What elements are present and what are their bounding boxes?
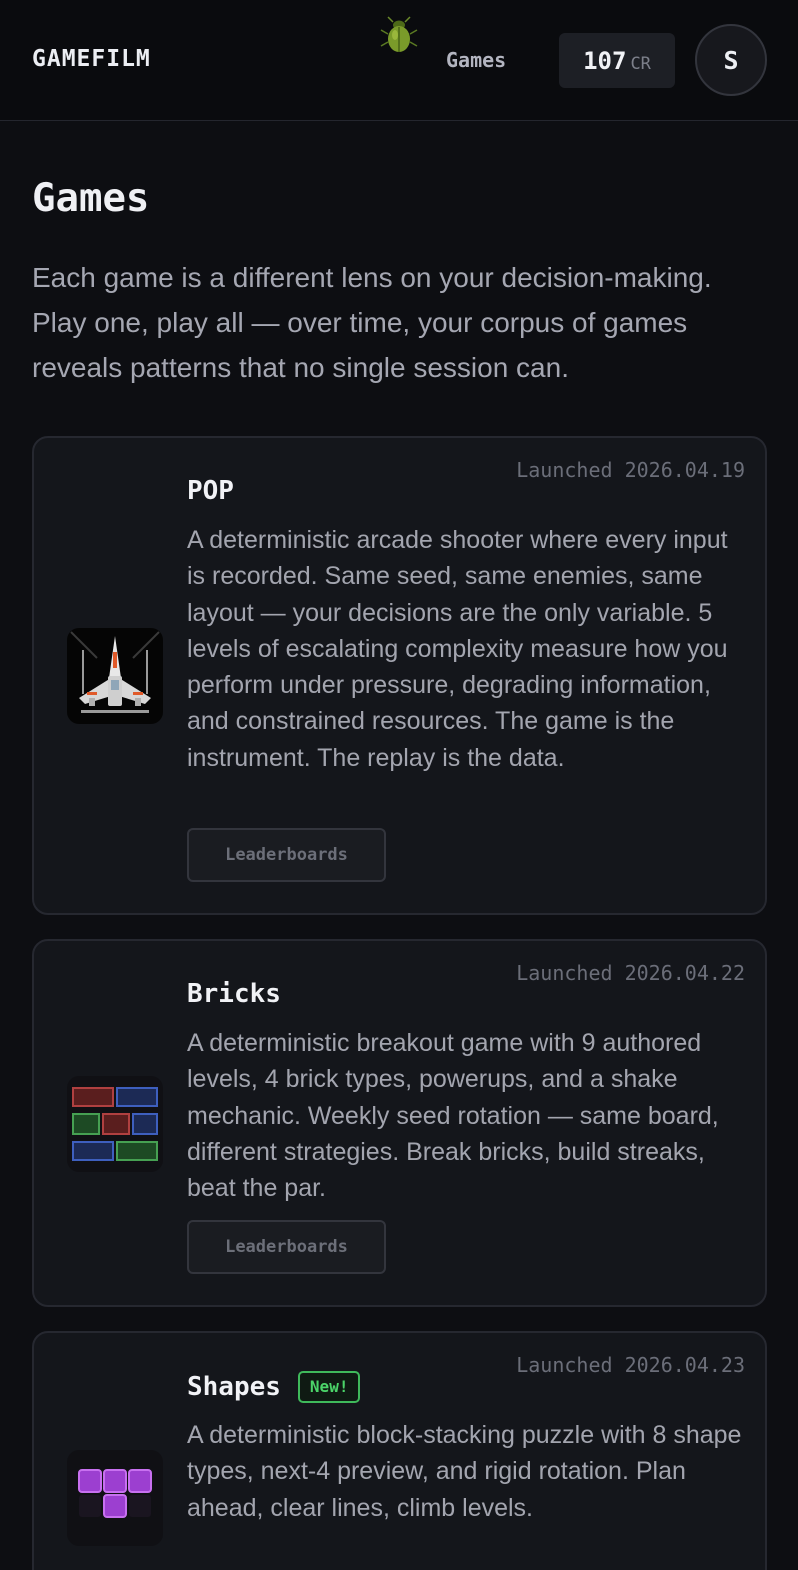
game-title-text: Bricks xyxy=(187,979,281,1009)
game-title: POP xyxy=(187,476,234,506)
game-title: Bricks xyxy=(187,979,281,1009)
new-badge: New! xyxy=(297,1371,361,1403)
game-description: A deterministic breakout game with 9 aut… xyxy=(187,1029,719,1203)
launch-date: Launched 2026.04.23 xyxy=(516,1353,745,1377)
game-card-pop[interactable]: Launched 2026.04.19 POP A deterministic … xyxy=(32,436,767,915)
launch-date: Launched 2026.04.19 xyxy=(516,458,745,482)
game-description: A deterministic block-stacking puzzle wi… xyxy=(187,1421,742,1522)
avatar-button[interactable]: S xyxy=(695,24,767,96)
beetle-icon xyxy=(380,16,418,52)
game-title: Shapes New! xyxy=(187,1371,361,1403)
game-description: A deterministic arcade shooter where eve… xyxy=(187,526,728,772)
credits-balance[interactable]: 107 CR xyxy=(559,33,675,88)
nav-games-link[interactable]: Games xyxy=(446,48,506,72)
game-card-shapes[interactable]: Launched 2026.04.23 Shapes New! A determ… xyxy=(32,1331,767,1570)
leaderboards-button[interactable]: Leaderboards xyxy=(187,828,386,882)
launch-date: Launched 2026.04.22 xyxy=(516,961,745,985)
credits-unit: CR xyxy=(630,54,651,74)
starfighter-icon[interactable] xyxy=(67,628,163,724)
page-intro: Each game is a different lens on your de… xyxy=(32,262,712,383)
blocks-icon[interactable] xyxy=(67,1450,163,1546)
page-title: Games xyxy=(32,176,150,221)
top-bar: GAMEFILM Games 107 CR S xyxy=(0,0,798,121)
credits-value: 107 xyxy=(583,47,627,75)
game-title-text: Shapes xyxy=(187,1372,281,1402)
leaderboards-button[interactable]: Leaderboards xyxy=(187,1220,386,1274)
game-card-bricks[interactable]: Launched 2026.04.22 Bricks A determinist… xyxy=(32,939,767,1307)
bricks-icon[interactable] xyxy=(67,1076,163,1172)
game-title-text: POP xyxy=(187,476,234,506)
brand-logo[interactable]: GAMEFILM xyxy=(32,46,151,72)
